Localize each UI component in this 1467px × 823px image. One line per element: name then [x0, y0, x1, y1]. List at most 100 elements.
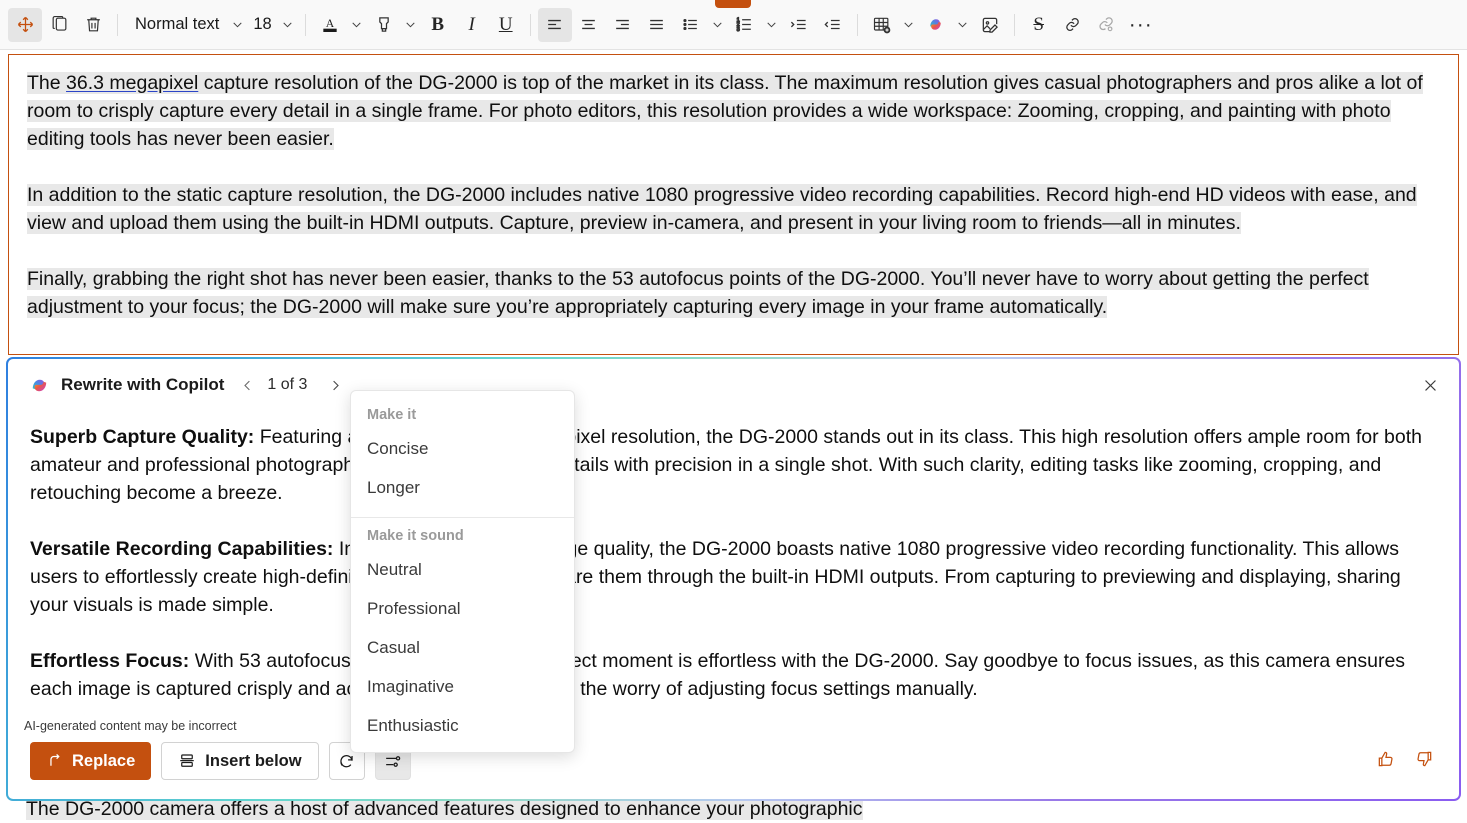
underline-button[interactable]: U: [489, 8, 523, 42]
chevron-left-icon: [240, 378, 255, 393]
document-paragraph-1-post: capture resolution of the DG-2000 is top…: [27, 72, 1423, 150]
close-copilot-panel-button[interactable]: [1413, 368, 1447, 402]
numbered-list-button[interactable]: 1 2 3: [728, 8, 762, 42]
italic-button[interactable]: I: [455, 8, 489, 42]
replace-button[interactable]: Replace: [30, 742, 151, 780]
rewrite-options-menu: Make it Concise Longer Make it sound Neu…: [350, 390, 575, 753]
paragraph-style-chevron-down-icon[interactable]: [227, 8, 247, 42]
feedback-controls: [1373, 746, 1437, 776]
thumbs-up-button[interactable]: [1373, 746, 1399, 772]
document-link-36-3-megapixel[interactable]: 36.3 megapixel: [66, 72, 198, 94]
font-color-button[interactable]: A: [313, 8, 347, 42]
menu-item-imaginative[interactable]: Imaginative: [351, 667, 574, 706]
copy-icon: [50, 15, 69, 34]
bulleted-list-icon: [681, 15, 700, 34]
insert-image-button[interactable]: [973, 8, 1007, 42]
toolbar-divider: [1014, 14, 1015, 36]
increase-indent-button[interactable]: [782, 8, 816, 42]
menu-item-longer[interactable]: Longer: [351, 468, 574, 507]
close-icon: [1422, 377, 1439, 394]
align-left-icon: [545, 15, 564, 34]
copilot-paragraph-2: Versatile Recording Capabilities: In add…: [30, 535, 1437, 619]
decrease-indent-button[interactable]: [816, 8, 850, 42]
thumbs-up-icon: [1376, 749, 1396, 769]
increase-indent-icon: [789, 15, 808, 34]
document-editor[interactable]: The 36.3 megapixel capture resolution of…: [8, 54, 1459, 355]
align-left-button[interactable]: [538, 8, 572, 42]
move-handle-button[interactable]: [8, 8, 42, 42]
image-edit-icon: [980, 15, 1000, 35]
copilot-chevron-down-icon[interactable]: [953, 8, 973, 42]
bulleted-list-chevron-down-icon[interactable]: [708, 8, 728, 42]
copy-button[interactable]: [42, 8, 76, 42]
copilot-paragraph-3-heading: Effortless Focus:: [30, 650, 189, 672]
insert-link-button[interactable]: [1056, 8, 1090, 42]
remove-link-button[interactable]: [1090, 8, 1124, 42]
justify-button[interactable]: [640, 8, 674, 42]
unlink-icon: [1097, 15, 1116, 34]
next-suggestion-button[interactable]: [320, 370, 350, 400]
copilot-button[interactable]: [919, 8, 953, 42]
refresh-icon: [337, 752, 356, 771]
insert-table-chevron-down-icon[interactable]: [899, 8, 919, 42]
menu-item-enthusiastic[interactable]: Enthusiastic: [351, 706, 574, 745]
thumbs-down-icon: [1414, 749, 1434, 769]
menu-item-casual[interactable]: Casual: [351, 628, 574, 667]
font-color-icon: A: [320, 14, 340, 35]
background-document-text-value: The DG-2000 camera offers a host of adva…: [26, 798, 863, 820]
font-size-select[interactable]: 18: [247, 8, 277, 42]
copilot-panel-title: Rewrite with Copilot: [61, 375, 224, 395]
chevron-right-icon: [328, 378, 343, 393]
copilot-paragraph-2-heading: Versatile Recording Capabilities:: [30, 538, 333, 560]
copilot-suggestion-body: Superb Capture Quality: Featuring an imp…: [8, 411, 1459, 711]
document-paragraph-2: In addition to the static capture resolu…: [27, 181, 1440, 237]
font-size-chevron-down-icon[interactable]: [278, 8, 298, 42]
thumbs-down-button[interactable]: [1411, 746, 1437, 772]
document-paragraph-1: The 36.3 megapixel capture resolution of…: [27, 69, 1440, 153]
toolbar-divider: [530, 14, 531, 36]
rewrite-with-copilot-panel: Rewrite with Copilot 1 of 3 Superb Captu…: [6, 357, 1461, 801]
highlight-color-button[interactable]: [367, 8, 401, 42]
insert-below-button-label: Insert below: [205, 752, 301, 771]
table-icon: [872, 15, 892, 35]
highlight-color-chevron-down-icon[interactable]: [401, 8, 421, 42]
paragraph-style-select[interactable]: Normal text: [125, 8, 227, 42]
numbered-list-icon: 1 2 3: [735, 15, 754, 34]
insert-below-button[interactable]: Insert below: [161, 742, 318, 780]
svg-text:A: A: [326, 17, 335, 30]
insert-table-button[interactable]: [865, 8, 899, 42]
copilot-paragraph-1-heading: Superb Capture Quality:: [30, 426, 254, 448]
trash-icon: [84, 15, 103, 34]
delete-button[interactable]: [76, 8, 110, 42]
svg-text:3: 3: [737, 27, 740, 33]
previous-suggestion-button[interactable]: [232, 370, 262, 400]
active-tab-indicator: [715, 0, 751, 8]
align-center-button[interactable]: [572, 8, 606, 42]
move-icon: [16, 15, 35, 34]
toolbar-divider: [117, 14, 118, 36]
menu-item-neutral[interactable]: Neutral: [351, 550, 574, 589]
document-paragraph-1-pre: The: [27, 72, 66, 94]
copilot-icon: [28, 374, 51, 397]
font-color-chevron-down-icon[interactable]: [347, 8, 367, 42]
menu-item-concise[interactable]: Concise: [351, 429, 574, 468]
menu-group-label-make-it-sound: Make it sound: [351, 520, 574, 550]
document-paragraph-2-text: In addition to the static capture resolu…: [27, 184, 1417, 234]
menu-item-professional[interactable]: Professional: [351, 589, 574, 628]
highlighter-icon: [374, 14, 394, 35]
align-center-icon: [579, 15, 598, 34]
bold-button[interactable]: B: [421, 8, 455, 42]
align-right-button[interactable]: [606, 8, 640, 42]
document-paragraph-3-text: Finally, grabbing the right shot has nev…: [27, 268, 1369, 318]
copilot-icon: [925, 14, 946, 35]
menu-group-label-make-it: Make it: [351, 399, 574, 429]
toolbar-divider: [305, 14, 306, 36]
strikethrough-button[interactable]: S: [1022, 8, 1056, 42]
numbered-list-chevron-down-icon[interactable]: [762, 8, 782, 42]
bulleted-list-button[interactable]: [674, 8, 708, 42]
more-options-button[interactable]: ···: [1124, 8, 1158, 42]
sliders-icon: [383, 752, 402, 771]
decrease-indent-icon: [823, 15, 842, 34]
copilot-action-bar: Replace Insert below: [8, 723, 1459, 799]
replace-button-label: Replace: [72, 752, 135, 771]
